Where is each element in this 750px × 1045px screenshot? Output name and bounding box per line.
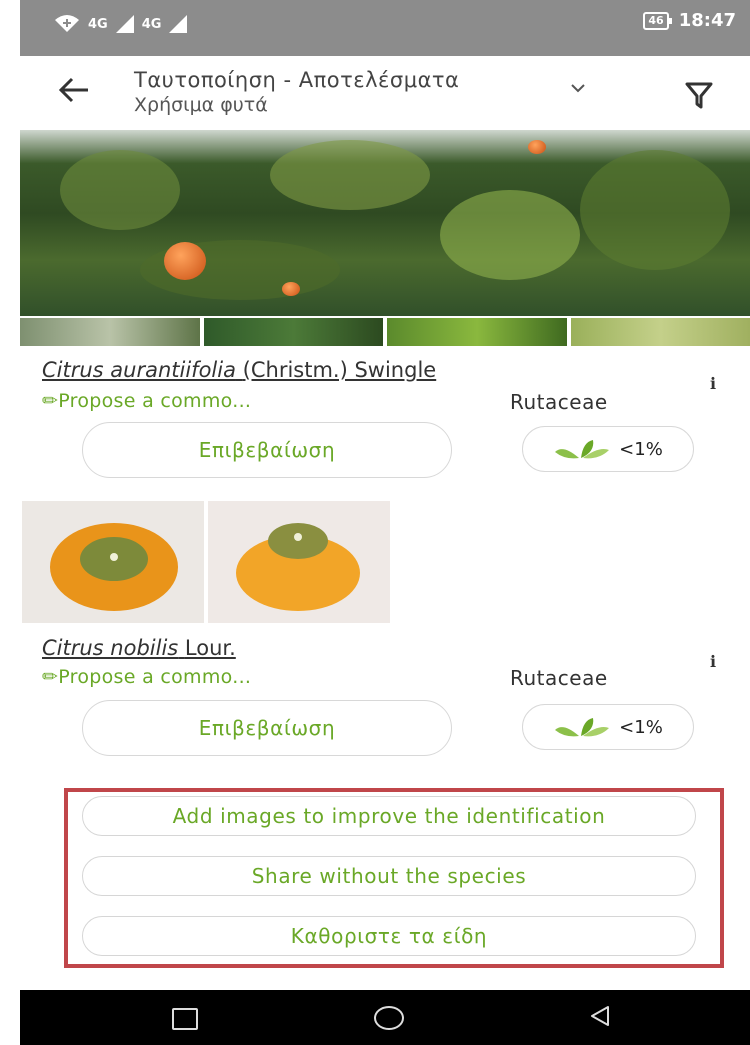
species-binomial: Citrus aurantiifolia <box>42 358 236 382</box>
thumbnail[interactable] <box>387 318 567 346</box>
battery-icon: 46 <box>643 11 673 30</box>
thumbnail[interactable] <box>20 318 200 346</box>
status-bar: 4G 4G 46 18:47 <box>20 0 750 56</box>
species-author: (Christm.) Swingle <box>242 358 437 382</box>
propose-common-name[interactable]: ✏︎Propose a commo... <box>42 390 251 412</box>
pencil-icon: ✏︎ <box>42 390 59 412</box>
family-name: Rutaceae <box>510 390 608 414</box>
page-subtitle: Χρήσιμα φυτά <box>134 94 268 116</box>
leaf-icon <box>555 718 610 737</box>
wifi-icon <box>55 15 79 32</box>
highlight-box <box>64 788 724 968</box>
species-photo[interactable] <box>22 501 204 623</box>
app-bar: Ταυτοποίηση - Αποτελέσματα Χρήσιμα φυτά <box>20 56 750 130</box>
page-title: Ταυτοποίηση - Αποτελέσματα <box>134 68 460 92</box>
status-right: 46 18:47 <box>643 10 736 31</box>
fruit <box>164 242 206 280</box>
photo-texture <box>270 140 430 210</box>
species-name-link[interactable]: Citrus aurantiifolia (Christm.) Swingle <box>42 358 436 382</box>
net-type-2: 4G <box>141 16 162 32</box>
thumbnail[interactable] <box>570 318 750 346</box>
recent-apps-icon[interactable] <box>172 1008 198 1030</box>
nav-back-icon[interactable] <box>588 1004 612 1032</box>
signal-icon <box>115 15 134 33</box>
thumbnail[interactable] <box>203 318 383 346</box>
title-dropdown[interactable]: Ταυτοποίηση - Αποτελέσματα Χρήσιμα φυτά <box>134 68 459 116</box>
back-arrow-icon[interactable] <box>58 76 90 110</box>
fruit <box>282 282 300 296</box>
system-nav-bar <box>20 990 750 1045</box>
species-author: Lour. <box>184 636 236 660</box>
species-photo[interactable] <box>208 501 390 623</box>
pencil-icon: ✏︎ <box>42 666 59 688</box>
fruit-illustration <box>50 523 178 611</box>
home-icon[interactable] <box>374 1006 404 1030</box>
fruit-illustration <box>236 523 360 611</box>
species-name-link[interactable]: Citrus nobilis Lour. <box>42 636 236 660</box>
species-binomial: Citrus nobilis <box>42 636 179 660</box>
propose-label: Propose a commo... <box>58 390 252 412</box>
propose-label: Propose a commo... <box>58 666 252 688</box>
info-icon[interactable]: ℹ <box>710 652 716 671</box>
score-badge[interactable]: <1% <box>522 426 694 472</box>
leaf-icon <box>555 440 610 459</box>
photo-texture <box>440 190 580 280</box>
confirm-button[interactable]: Επιβεβαίωση <box>82 422 452 478</box>
score-value: <1% <box>619 438 663 460</box>
score-badge[interactable]: <1% <box>522 704 694 750</box>
chevron-down-icon[interactable] <box>570 78 586 97</box>
app-screen: 4G 4G 46 18:47 Ταυτοποίηση - Αποτελέσματ… <box>20 0 750 1045</box>
info-icon[interactable]: ℹ <box>710 374 716 393</box>
confirm-button[interactable]: Επιβεβαίωση <box>82 700 452 756</box>
family-name: Rutaceae <box>510 666 608 690</box>
photo-texture <box>60 150 180 230</box>
photo-thumbnails <box>20 318 750 346</box>
score-value: <1% <box>619 716 663 738</box>
status-left: 4G 4G <box>54 14 188 34</box>
propose-common-name[interactable]: ✏︎Propose a commo... <box>42 666 251 688</box>
photo-texture <box>580 150 730 270</box>
signal-icon <box>169 15 188 33</box>
species-photo-main[interactable] <box>20 130 750 316</box>
fruit <box>528 140 546 154</box>
filter-icon[interactable] <box>684 80 714 114</box>
clock: 18:47 <box>678 10 736 31</box>
net-type-1: 4G <box>88 16 108 32</box>
